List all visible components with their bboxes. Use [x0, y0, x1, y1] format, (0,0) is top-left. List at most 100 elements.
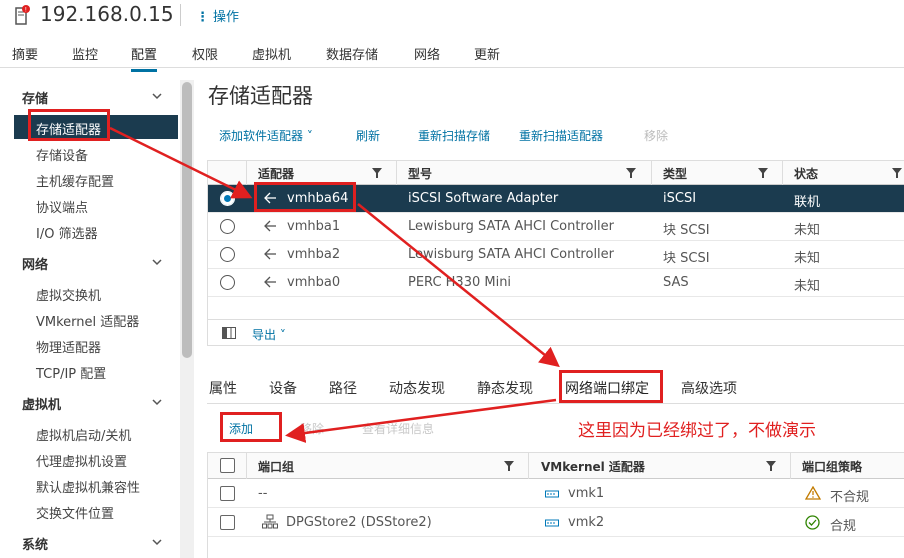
remove-adapter-button[interactable]: 移除	[644, 127, 668, 144]
column-policy[interactable]: 端口组策略	[802, 458, 862, 475]
sidebar-item-swap-file[interactable]: 交换文件位置	[36, 503, 114, 522]
table-row[interactable]: DPGStore2 (DSStore2) vmk2 合规	[208, 508, 904, 537]
table-row[interactable]: vmhba1 Lewisburg SATA AHCI Controller 块 …	[208, 213, 904, 241]
cell-status: 未知	[794, 223, 821, 238]
rescan-adapter-button[interactable]: 重新扫描适配器	[519, 127, 603, 144]
row-radio[interactable]	[220, 275, 235, 290]
adapters-table-footer: 导出 ˅	[208, 319, 904, 347]
rescan-storage-button[interactable]: 重新扫描存储	[418, 127, 490, 144]
table-row[interactable]: vmhba2 Lewisburg SATA AHCI Controller 块 …	[208, 241, 904, 269]
column-port-group[interactable]: 端口组	[258, 458, 294, 475]
cell-adapter: vmhba1	[287, 219, 341, 234]
filter-icon[interactable]	[626, 168, 636, 178]
cell-model: iSCSI Software Adapter	[408, 191, 559, 206]
sidebar-item-agent-vm[interactable]: 代理虚拟机设置	[36, 451, 127, 470]
sidebar-item-virtual-switches[interactable]: 虚拟交换机	[36, 285, 101, 304]
remove-binding-button[interactable]: 移除	[300, 420, 324, 437]
export-label: 导出	[252, 328, 277, 342]
view-details-button[interactable]: 查看详细信息	[362, 420, 434, 437]
more-vertical-icon: ⋮	[196, 10, 209, 25]
table-row[interactable]: -- vmk1 不合规	[208, 479, 904, 508]
column-adapter[interactable]: 适配器	[258, 165, 294, 182]
column-divider	[651, 161, 652, 185]
chevron-down-icon[interactable]	[152, 537, 162, 547]
add-software-adapter-button[interactable]: 添加软件适配器 ˅	[219, 127, 313, 144]
tab-permissions[interactable]: 权限	[192, 44, 218, 69]
tab-monitor[interactable]: 监控	[72, 44, 98, 69]
cell-adapter: vmhba0	[287, 275, 341, 290]
sidebar-item-vmkernel-adapters[interactable]: VMkernel 适配器	[36, 311, 139, 330]
tab-configure[interactable]: 配置	[131, 44, 158, 72]
row-radio[interactable]	[220, 247, 235, 262]
cell-policy: 不合规	[830, 490, 870, 505]
actions-menu[interactable]: ⋮ 操作	[196, 6, 239, 25]
column-model[interactable]: 型号	[408, 165, 432, 182]
cell-port-group: DPGStore2 (DSStore2)	[286, 515, 432, 530]
sidebar-section-system[interactable]: 系统	[22, 534, 48, 553]
tab-paths[interactable]: 路径	[329, 378, 357, 398]
tab-summary[interactable]: 摘要	[12, 44, 38, 69]
sidebar-item-tcpip-config[interactable]: TCP/IP 配置	[36, 363, 106, 382]
highlight-vmhba64	[254, 182, 356, 212]
tab-networks[interactable]: 网络	[414, 44, 440, 69]
sidebar-section-storage[interactable]: 存储	[22, 88, 48, 107]
tab-vms[interactable]: 虚拟机	[252, 44, 291, 69]
port-binding-table: 端口组 VMkernel 适配器 端口组策略 -- vmk1 不合规 DPGSt…	[207, 452, 904, 558]
sidebar-item-protocol-endpoints[interactable]: 协议端点	[36, 197, 88, 216]
cell-status: 未知	[794, 251, 821, 266]
host-title: 192.168.0.15	[40, 2, 174, 26]
column-divider	[396, 161, 397, 185]
sidebar-item-io-filters[interactable]: I/O 筛选器	[36, 223, 98, 242]
cell-vmkernel: vmk2	[568, 515, 605, 530]
row-radio[interactable]	[220, 219, 235, 234]
adapter-icon	[264, 220, 276, 232]
warning-icon	[805, 486, 821, 500]
sidebar-item-physical-adapters[interactable]: 物理适配器	[36, 337, 101, 356]
chevron-down-icon[interactable]	[152, 257, 162, 267]
select-all-checkbox[interactable]	[220, 458, 235, 473]
table-row[interactable]: vmhba0 PERC H330 Mini SAS 未知	[208, 269, 904, 297]
sidebar-section-network[interactable]: 网络	[22, 254, 48, 273]
tab-datastores[interactable]: 数据存储	[326, 44, 378, 69]
column-vmkernel[interactable]: VMkernel 适配器	[541, 458, 645, 475]
add-software-adapter-label: 添加软件适配器	[219, 129, 304, 143]
column-divider	[246, 161, 247, 185]
filter-icon[interactable]	[372, 168, 382, 178]
filter-icon[interactable]	[766, 461, 776, 471]
sidebar-scroll-thumb[interactable]	[182, 82, 192, 358]
sidebar-item-storage-devices[interactable]: 存储设备	[36, 145, 88, 164]
sidebar-item-host-cache[interactable]: 主机缓存配置	[36, 171, 114, 190]
chevron-down-icon[interactable]	[152, 397, 162, 407]
highlight-storage-adapters	[28, 109, 110, 141]
detail-tabs: 属性 设备 路径 动态发现 静态发现 网络端口绑定 高级选项	[207, 370, 904, 404]
filter-icon[interactable]	[892, 168, 902, 178]
refresh-button[interactable]: 刷新	[356, 127, 380, 144]
adapter-icon	[264, 248, 276, 260]
host-icon: !	[15, 5, 30, 25]
tab-dynamic-discovery[interactable]: 动态发现	[389, 378, 445, 398]
sidebar-item-vm-startup[interactable]: 虚拟机启动/关机	[36, 425, 131, 444]
column-status[interactable]: 状态	[794, 165, 818, 182]
cell-model: PERC H330 Mini	[408, 275, 512, 290]
filter-icon[interactable]	[504, 461, 514, 471]
row-checkbox[interactable]	[220, 515, 235, 530]
tab-advanced-options[interactable]: 高级选项	[681, 378, 737, 398]
sidebar-item-default-compat[interactable]: 默认虚拟机兼容性	[36, 477, 140, 496]
adapter-icon	[264, 276, 276, 288]
tab-static-discovery[interactable]: 静态发现	[477, 378, 533, 398]
row-radio[interactable]	[220, 191, 235, 206]
filter-icon[interactable]	[758, 168, 768, 178]
tab-properties[interactable]: 属性	[209, 378, 237, 398]
row-checkbox[interactable]	[220, 486, 235, 501]
sidebar-section-vm[interactable]: 虚拟机	[22, 394, 61, 413]
column-type[interactable]: 类型	[663, 165, 687, 182]
highlight-port-binding-tab	[559, 370, 663, 403]
port-group-icon	[262, 514, 278, 529]
tab-devices[interactable]: 设备	[269, 378, 297, 398]
nic-icon	[545, 519, 559, 527]
column-toggle-icon[interactable]	[222, 327, 236, 339]
tab-updates[interactable]: 更新	[474, 44, 500, 69]
chevron-down-icon[interactable]	[152, 91, 162, 101]
export-button[interactable]: 导出 ˅	[252, 326, 286, 343]
cell-adapter: vmhba2	[287, 247, 341, 262]
